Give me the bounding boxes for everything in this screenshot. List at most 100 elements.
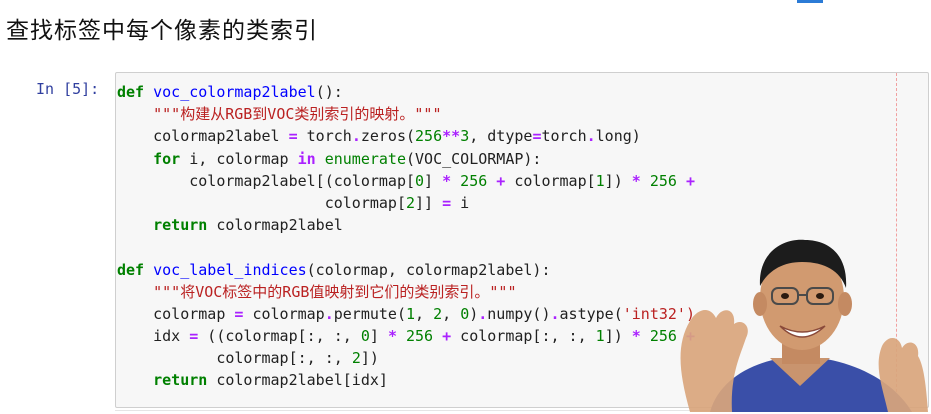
code-line: return colormap2label bbox=[117, 214, 695, 236]
code-token: colormap[:, :, bbox=[117, 349, 352, 368]
code-token: ** bbox=[442, 127, 461, 146]
code-token: ]) bbox=[604, 171, 632, 190]
code-token: 256 bbox=[649, 171, 677, 190]
code-token: * bbox=[442, 171, 452, 190]
code-token: 256 bbox=[415, 127, 443, 146]
code-token: voc_label_indices bbox=[153, 260, 307, 279]
code-token: ]] bbox=[415, 193, 443, 212]
code-token: , bbox=[415, 304, 434, 323]
code-token: for bbox=[153, 149, 181, 168]
code-token: 256 bbox=[406, 327, 434, 346]
code-token: """构建从RGB到VOC类别索引的映射。""" bbox=[153, 105, 442, 124]
code-token: return bbox=[153, 371, 208, 390]
code-token: torch bbox=[541, 127, 587, 146]
code-token: + bbox=[685, 171, 695, 190]
code-token: 256 bbox=[460, 171, 488, 190]
code-token: colormap[ bbox=[117, 193, 406, 212]
code-token: def bbox=[117, 260, 145, 279]
code-token: ]) bbox=[604, 327, 632, 346]
code-token: . bbox=[324, 304, 334, 323]
code-token: ] bbox=[424, 171, 443, 190]
code-token: 0 bbox=[460, 304, 470, 323]
presenter-webcam-overlay bbox=[650, 226, 931, 412]
code-token: colormap[ bbox=[505, 171, 596, 190]
code-token: colormap2label bbox=[117, 127, 289, 146]
code-token: 2 bbox=[433, 304, 443, 323]
code-token: colormap2label[(colormap[ bbox=[117, 171, 416, 190]
code-line: """构建从RGB到VOC类别索引的映射。""" bbox=[117, 103, 695, 125]
code-token: (colormap, colormap2label): bbox=[306, 260, 551, 279]
code-line: def voc_colormap2label(): bbox=[117, 81, 695, 103]
code-token: colormap2label[idx] bbox=[207, 371, 388, 390]
code-line: colormap[:, :, 2]) bbox=[117, 347, 695, 369]
code-token: idx bbox=[117, 327, 190, 346]
code-token: 1 bbox=[595, 171, 605, 190]
code-token: astype( bbox=[559, 304, 623, 323]
code-token: 1 bbox=[595, 327, 605, 346]
presenter-image bbox=[680, 239, 928, 412]
code-line: idx = ((colormap[:, :, 0] * 256 + colorm… bbox=[117, 325, 695, 347]
code-line: return colormap2label[idx] bbox=[117, 369, 695, 391]
code-token: , bbox=[442, 304, 461, 323]
code-token: colormap bbox=[243, 304, 325, 323]
code-token: permute( bbox=[333, 304, 406, 323]
code-token: = bbox=[189, 327, 199, 346]
code-token: 3 bbox=[460, 127, 470, 146]
code-token: ((colormap[:, :, bbox=[198, 327, 361, 346]
code-editor[interactable]: def voc_colormap2label(): """构建从RGB到VOC类… bbox=[116, 81, 695, 392]
code-token: ) bbox=[469, 304, 479, 323]
code-token: + bbox=[496, 171, 506, 190]
page-title: 查找标签中每个像素的类索引 bbox=[6, 18, 318, 44]
code-token: , dtype bbox=[469, 127, 533, 146]
code-line: def voc_label_indices(colormap, colormap… bbox=[117, 259, 695, 281]
code-token: 2 bbox=[405, 193, 416, 212]
code-token: colormap[:, :, bbox=[451, 327, 596, 346]
code-token: 2 bbox=[351, 349, 361, 368]
code-line: colormap2label[(colormap[0] * 256 + colo… bbox=[117, 170, 695, 192]
code-token: = bbox=[442, 193, 452, 212]
code-token: (VOC_COLORMAP): bbox=[406, 149, 542, 168]
code-token: torch bbox=[297, 127, 352, 146]
code-token: ]) bbox=[360, 349, 379, 368]
code-line: colormap[2]] = i bbox=[117, 192, 695, 214]
code-token: . bbox=[351, 127, 361, 146]
code-token: . bbox=[586, 127, 596, 146]
code-token: return bbox=[153, 216, 208, 235]
code-token: i, colormap bbox=[180, 149, 298, 168]
code-token: numpy() bbox=[487, 304, 551, 323]
code-token: voc_colormap2label bbox=[153, 83, 316, 101]
code-token: zeros( bbox=[360, 127, 416, 146]
code-token: long) bbox=[595, 127, 641, 146]
code-token: * bbox=[631, 327, 641, 346]
code-token: def bbox=[117, 83, 145, 101]
toolbar-accent bbox=[797, 0, 823, 3]
code-token: 1 bbox=[406, 304, 416, 323]
code-token: in bbox=[297, 149, 316, 168]
code-line: """将VOC标签中的RGB值映射到它们的类别索引。""" bbox=[117, 281, 695, 303]
code-line: colormap = colormap.permute(1, 2, 0).num… bbox=[117, 303, 695, 325]
code-token: . bbox=[550, 304, 560, 323]
code-token: * bbox=[387, 327, 397, 346]
code-token: colormap2label bbox=[207, 216, 343, 235]
code-token: """将VOC标签中的RGB值映射到它们的类别索引。""" bbox=[153, 282, 517, 301]
code-line: for i, colormap in enumerate(VOC_COLORMA… bbox=[117, 148, 695, 170]
code-token: . bbox=[478, 304, 488, 323]
code-token: i bbox=[451, 193, 470, 212]
code-token: 0 bbox=[415, 171, 425, 190]
